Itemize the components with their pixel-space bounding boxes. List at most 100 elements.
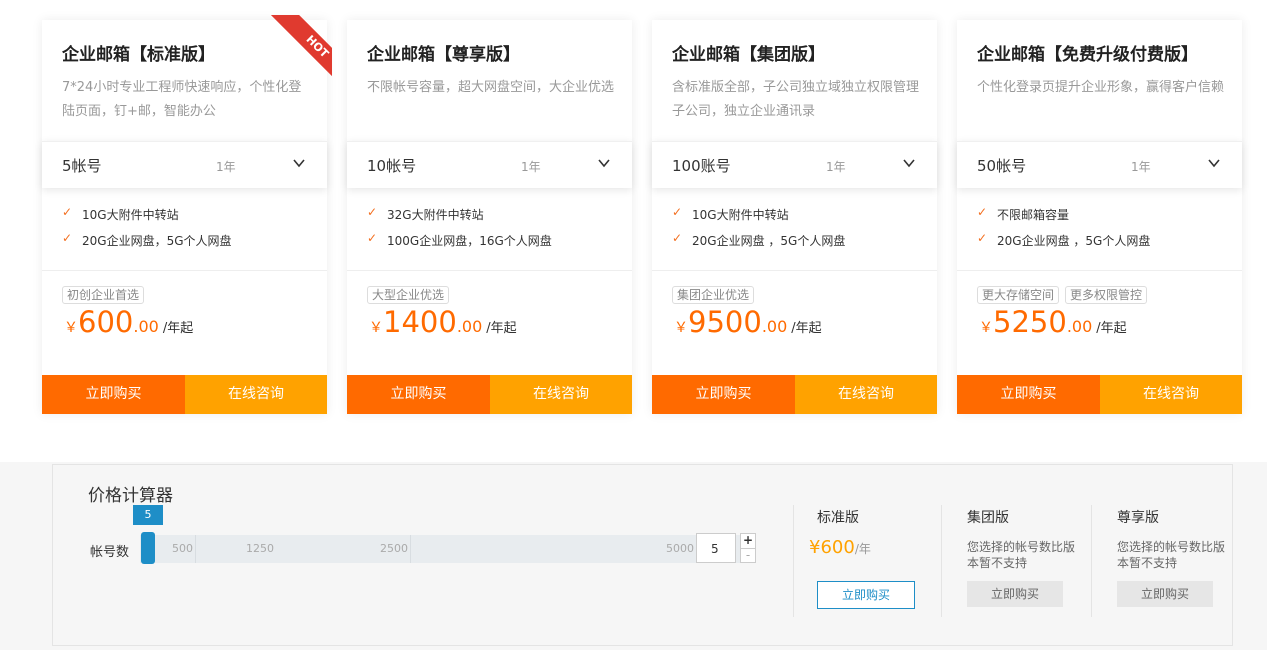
plan-title: 企业邮箱【集团版】 (672, 45, 825, 65)
edition-premium-title: 尊享版 (1117, 510, 1159, 526)
feature-list: ✓ 不限邮箱容量 ✓ 20G企业网盘 ，5G个人网盘 (977, 205, 1151, 258)
feature-item: ✓ 20G企业网盘 ，5G个人网盘 (672, 231, 846, 248)
feature-item: ✓ 32G大附件中转站 (367, 205, 484, 222)
divider (957, 270, 1242, 271)
slider-tick: 5000 (666, 542, 694, 555)
buy-now-button[interactable]: 立即购买 (652, 375, 795, 414)
period: 1年 (216, 160, 236, 174)
account-count: 5帐号 (62, 157, 102, 175)
chevron-down-icon[interactable] (902, 156, 916, 170)
slider-divider (410, 535, 411, 563)
slider-divider (195, 535, 196, 563)
tag: 更多权限管控 (1065, 286, 1148, 304)
slider-handle[interactable] (141, 532, 155, 564)
feature-item: ✓ 10G大附件中转站 (672, 205, 789, 222)
account-selector[interactable]: 100账号 1年 (652, 141, 937, 188)
consult-button[interactable]: 在线咨询 (185, 375, 327, 414)
tag: 更大存储空间 (977, 286, 1060, 304)
plan-title: 企业邮箱【尊享版】 (367, 45, 520, 65)
edition-standard-title: 标准版 (817, 510, 859, 526)
edition-standard-price: ¥600/年 (809, 537, 871, 558)
edition-premium-note: 您选择的帐号数比版本暂不支持 (1117, 540, 1226, 570)
edition-group-note: 您选择的帐号数比版本暂不支持 (967, 540, 1076, 570)
decrement-button[interactable]: - (741, 549, 755, 562)
column-divider (793, 505, 794, 617)
period: 1年 (521, 160, 541, 174)
account-selector[interactable]: 10帐号 1年 (347, 141, 632, 188)
consult-button[interactable]: 在线咨询 (795, 375, 937, 414)
feature-list: ✓ 32G大附件中转站 ✓ 100G企业网盘，16G个人网盘 (367, 205, 552, 258)
feature-list: ✓ 10G大附件中转站 ✓ 20G企业网盘 ，5G个人网盘 (672, 205, 846, 258)
check-icon: ✓ (62, 231, 73, 245)
check-icon: ✓ (367, 205, 378, 219)
plan-card-free-upgrade: 企业邮箱【免费升级付费版】 个性化登录页提升企业形象，赢得客户信赖 50帐号 1… (957, 20, 1242, 414)
account-count: 10帐号 (367, 157, 417, 175)
feature-item: ✓ 10G大附件中转站 (62, 205, 179, 222)
check-icon: ✓ (672, 205, 683, 219)
price: ￥5250.00/年起 (979, 305, 1127, 339)
tag: 集团企业优选 (672, 286, 755, 304)
tag-list: 集团企业优选 (672, 284, 760, 304)
price: ￥600.00/年起 (64, 305, 194, 339)
plan-description: 不限帐号容量，超大网盘空间，大企业优选 (367, 80, 615, 95)
account-count: 100账号 (672, 157, 731, 175)
buy-now-button[interactable]: 立即购买 (42, 375, 185, 414)
divider (652, 270, 937, 271)
price: ￥9500.00/年起 (674, 305, 822, 339)
check-icon: ✓ (672, 231, 683, 245)
feature-list: ✓ 10G大附件中转站 ✓ 20G企业网盘，5G个人网盘 (62, 205, 232, 258)
check-icon: ✓ (977, 231, 988, 245)
tag-list: 更大存储空间 更多权限管控 (977, 284, 1153, 304)
chevron-down-icon[interactable] (1207, 156, 1221, 170)
slider-tick: 2500 (380, 542, 408, 555)
plan-title: 企业邮箱【标准版】 (62, 45, 215, 65)
plan-description: 7*24小时专业工程师快速响应，个性化登陆页面，钉+邮，智能办公 (62, 80, 302, 119)
tag: 初创企业首选 (62, 286, 145, 304)
plan-card-group: 企业邮箱【集团版】 含标准版全部，子公司独立域独立权限管理子公司，独立企业通讯录… (652, 20, 937, 414)
check-icon: ✓ (977, 205, 988, 219)
account-count-label: 帐号数 (90, 545, 130, 560)
premium-buy-button[interactable]: 立即购买 (1117, 581, 1213, 607)
plan-description: 个性化登录页提升企业形象，赢得客户信赖 (977, 80, 1225, 95)
account-selector[interactable]: 5帐号 1年 (42, 141, 327, 188)
tag-list: 初创企业首选 (62, 284, 150, 304)
chevron-down-icon[interactable] (597, 156, 611, 170)
quantity-stepper[interactable]: + - (740, 533, 756, 563)
consult-button[interactable]: 在线咨询 (490, 375, 632, 414)
plan-title: 企业邮箱【免费升级付费版】 (977, 45, 1198, 65)
calculator-title: 价格计算器 (88, 486, 173, 506)
price-calculator: 价格计算器 帐号数 500 1250 2500 5000 5 5 + - 标准版… (52, 464, 1233, 646)
feature-item: ✓ 20G企业网盘，5G个人网盘 (62, 231, 232, 248)
feature-item: ✓ 20G企业网盘 ，5G个人网盘 (977, 231, 1151, 248)
chevron-down-icon[interactable] (292, 156, 306, 170)
period: 1年 (1131, 160, 1151, 174)
check-icon: ✓ (367, 231, 378, 245)
slider-value-tooltip: 5 (133, 505, 163, 525)
pricing-section: HOT 企业邮箱【标准版】 7*24小时专业工程师快速响应，个性化登陆页面，钉+… (0, 0, 1267, 462)
group-buy-button[interactable]: 立即购买 (967, 581, 1063, 607)
account-selector[interactable]: 50帐号 1年 (957, 141, 1242, 188)
account-count-input[interactable]: 5 (696, 533, 736, 563)
slider-tick: 1250 (246, 542, 274, 555)
tag: 大型企业优选 (367, 286, 450, 304)
buy-now-button[interactable]: 立即购买 (347, 375, 490, 414)
tag-list: 大型企业优选 (367, 284, 455, 304)
plan-description: 含标准版全部，子公司独立域独立权限管理子公司，独立企业通讯录 (672, 80, 920, 119)
period: 1年 (826, 160, 846, 174)
account-slider[interactable]: 500 1250 2500 5000 5 (133, 505, 740, 564)
divider (42, 270, 327, 271)
plan-card-standard: HOT 企业邮箱【标准版】 7*24小时专业工程师快速响应，个性化登陆页面，钉+… (42, 15, 332, 414)
divider (347, 270, 632, 271)
consult-button[interactable]: 在线咨询 (1100, 375, 1242, 414)
edition-group-title: 集团版 (967, 510, 1009, 526)
column-divider (1091, 505, 1092, 617)
column-divider (941, 505, 942, 617)
standard-buy-button[interactable]: 立即购买 (817, 581, 915, 609)
buy-now-button[interactable]: 立即购买 (957, 375, 1100, 414)
check-icon: ✓ (62, 205, 73, 219)
feature-item: ✓ 100G企业网盘，16G个人网盘 (367, 231, 552, 248)
price: ￥1400.00/年起 (369, 305, 517, 339)
account-count: 50帐号 (977, 157, 1027, 175)
feature-item: ✓ 不限邮箱容量 (977, 205, 1070, 222)
increment-button[interactable]: + (741, 534, 755, 549)
